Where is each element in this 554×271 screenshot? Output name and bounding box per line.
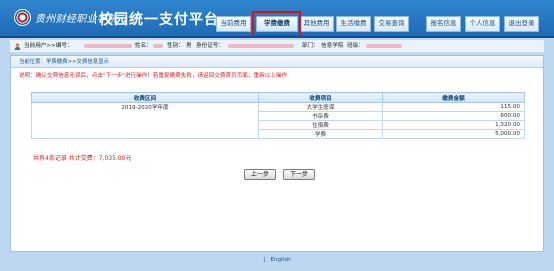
footer: | English — [0, 256, 554, 271]
instruction-notice: 说明：确认交费信息无误后，点击"下一步"进行操作！若重复缴费失败，请返回交费首页… — [19, 73, 288, 79]
redacted-name — [153, 40, 163, 53]
department-label: 部门： — [302, 43, 319, 49]
breadcrumb: 当前位置：学费缴费>>交费信息显示 — [11, 56, 543, 68]
school-logo-icon — [14, 9, 31, 26]
name-label: 姓名： — [135, 43, 152, 49]
fee-amount-cell: 115.00 — [382, 102, 525, 112]
payment-summary: 共有4条记录 共计交费：7,035.00元 — [33, 155, 132, 162]
header-stripe — [0, 36, 554, 38]
column-header-amount: 缴费金额 — [382, 92, 525, 103]
fee-interval-cell: 2019-2020学年度 — [31, 102, 259, 139]
nav-personal-info[interactable]: 个人信息 — [465, 16, 500, 32]
previous-step-button[interactable]: 上一步 — [244, 169, 277, 180]
column-header-item: 收费项目 — [258, 92, 383, 103]
nav-current-fees[interactable]: 当前费用 — [216, 16, 251, 32]
table-row: 2019-2020学年度 大学生医保 115.00 — [31, 102, 525, 139]
department-value: 信息学院 — [321, 43, 344, 49]
column-header-interval: 收费区间 — [31, 92, 259, 103]
redacted-user-id — [84, 40, 132, 53]
redacted-class — [366, 40, 402, 53]
table-header-row: 收费区间 收费项目 缴费金额 — [31, 92, 525, 103]
fee-item-cell: 书杂费 — [258, 111, 383, 121]
platform-title: 校园统一支付平台 — [99, 11, 219, 27]
footer-separator: | — [263, 257, 266, 263]
nav-registration-info[interactable]: 报名信息 — [426, 16, 461, 32]
user-info-bar: 当前用户>>编号： 姓名： 性别： 男 身份证号： 部门： 信息学院 班级： — [10, 40, 544, 53]
fee-amount-cell: 1,320.00 — [382, 120, 525, 130]
main-panel: 当前位置：学费缴费>>交费信息显示 说明：确认交费信息无误后，点击"下一步"进行… — [10, 55, 544, 252]
next-step-button[interactable]: 下一步 — [283, 169, 316, 180]
fee-amount-cell: 600.00 — [382, 111, 525, 121]
nav-other-fees[interactable]: 其他费用 — [299, 16, 334, 32]
title-divider — [95, 11, 96, 24]
gender-label: 性别： — [167, 43, 184, 49]
id-number-label: 身份证号： — [196, 43, 224, 49]
nav-logout[interactable]: 退出登录 — [504, 16, 539, 32]
gender-value: 男 — [186, 43, 192, 49]
red-highlight-box — [252, 11, 301, 37]
english-link[interactable]: English — [271, 257, 291, 263]
fee-item-cell: 住宿费 — [258, 120, 383, 130]
redacted-id-number — [228, 40, 294, 53]
header-bar: 贵州财经职业学院 校园统一支付平台 当前费用 学费缴费 其他费用 生活缴费 交易… — [0, 0, 554, 38]
fee-amount-cell: 5,000.00 — [382, 129, 525, 139]
nav-transaction-query[interactable]: 交易查询 — [374, 16, 409, 32]
fee-item-cell: 大学生医保 — [258, 102, 383, 112]
fee-item-cell: 学费 — [258, 129, 383, 139]
class-label: 班级： — [347, 43, 364, 49]
current-user-label: 当前用户>>编号： — [24, 43, 73, 49]
nav-living-payment[interactable]: 生活缴费 — [336, 16, 371, 32]
user-icon — [14, 43, 21, 50]
fee-table: 收费区间 收费项目 缴费金额 2019-2020学年度 大学生医保 115.00… — [31, 92, 525, 139]
